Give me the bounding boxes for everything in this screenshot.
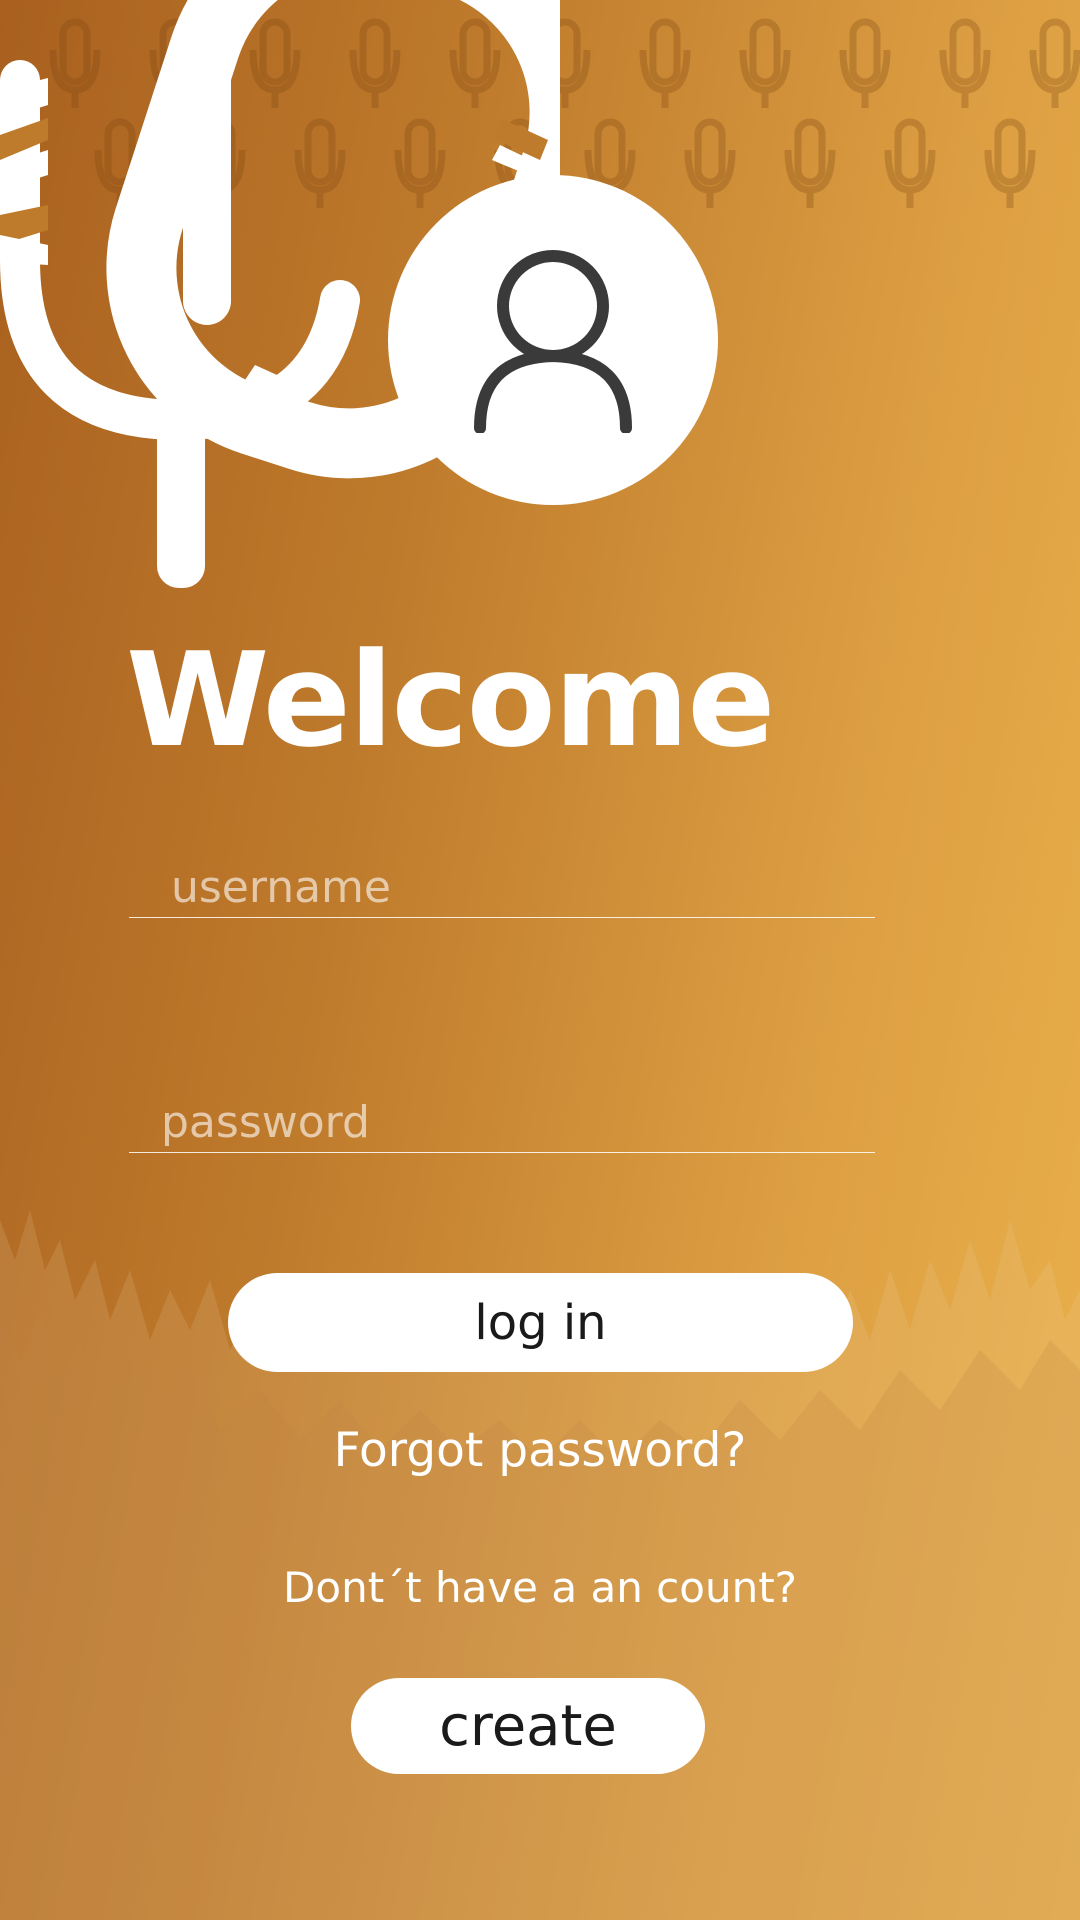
create-account-button[interactable]: create [351,1678,705,1774]
username-input[interactable] [129,857,875,917]
no-account-text: Dont´t have a an count? [283,1563,797,1612]
password-field-container [129,1092,875,1153]
page-title: Welcome [126,624,775,776]
login-button[interactable]: log in [228,1273,853,1372]
username-field-container [129,857,875,918]
user-avatar-icon [474,249,632,433]
avatar[interactable] [388,175,718,505]
forgot-password-link[interactable]: Forgot password? [0,1423,1080,1478]
password-input[interactable] [129,1092,875,1152]
login-screen: Welcome log in Forgot password? Dont´t h… [0,0,1080,1920]
